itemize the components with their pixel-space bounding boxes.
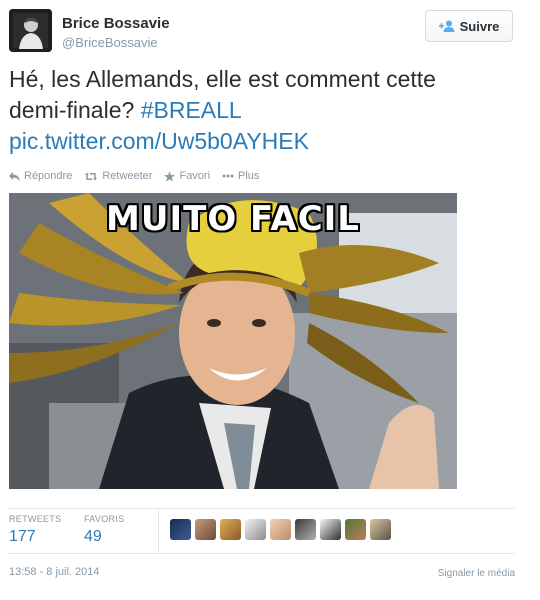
follow-label: Suivre — [459, 18, 500, 34]
author-avatar[interactable] — [9, 9, 52, 52]
meme-caption: MUITO FACIL — [106, 199, 360, 239]
retweets-stat[interactable]: RETWEETS 177 — [9, 514, 61, 546]
tweet-timestamp[interactable]: 13:58 - 8 juil. 2014 — [9, 566, 100, 578]
stats-separator — [158, 509, 159, 552]
favoriter-avatar[interactable] — [220, 519, 241, 540]
favoriter-avatar[interactable] — [245, 519, 266, 540]
retweets-count: 177 — [9, 528, 36, 545]
favoriter-avatar[interactable] — [270, 519, 291, 540]
tweet-text-line-2: demi-finale? #BREALL — [9, 95, 529, 126]
favorites-label: FAVORIS — [84, 514, 125, 524]
follow-button[interactable]: Suivre — [425, 10, 513, 42]
tweet-actions: Répondre Retweeter Favori Plus — [9, 170, 259, 182]
tweet-card: Brice Bossavie @BriceBossavie Suivre Hé,… — [0, 0, 540, 600]
author-name[interactable]: Brice Bossavie — [62, 15, 170, 32]
tweet-text-prefix: demi-finale? — [9, 97, 141, 123]
reply-action[interactable]: Répondre — [9, 170, 72, 182]
hashtag-link[interactable]: #BREALL — [141, 97, 242, 123]
favorites-count: 49 — [84, 528, 102, 545]
retweet-icon — [84, 172, 98, 181]
reply-icon — [9, 171, 20, 181]
tweet-media-image[interactable]: MUITO FACIL — [9, 193, 457, 489]
add-user-icon — [438, 20, 455, 32]
favoriter-avatar[interactable] — [295, 519, 316, 540]
retweet-action[interactable]: Retweeter — [84, 170, 152, 182]
favoriters-avatars — [170, 519, 391, 540]
stats-bottom-divider — [9, 553, 515, 554]
favoriter-avatar[interactable] — [170, 519, 191, 540]
author-handle[interactable]: @BriceBossavie — [62, 35, 158, 50]
media-link[interactable]: pic.twitter.com/Uw5b0AYHEK — [9, 126, 529, 157]
star-icon — [164, 170, 176, 182]
more-icon — [222, 174, 234, 178]
stats-top-divider — [9, 508, 515, 509]
tweet-text: Hé, les Allemands, elle est comment cett… — [9, 64, 529, 157]
more-action[interactable]: Plus — [222, 170, 259, 182]
retweets-label: RETWEETS — [9, 514, 62, 524]
favorite-label: Favori — [179, 170, 211, 182]
favorites-stat[interactable]: FAVORIS 49 — [84, 514, 124, 546]
favoriter-avatar[interactable] — [370, 519, 391, 540]
favoriter-avatar[interactable] — [320, 519, 341, 540]
favoriter-avatar[interactable] — [195, 519, 216, 540]
reply-label: Répondre — [24, 170, 73, 182]
more-label: Plus — [238, 170, 260, 182]
tweet-text-line-1: Hé, les Allemands, elle est comment cett… — [9, 66, 436, 92]
report-media-link[interactable]: Signaler le média — [438, 568, 515, 579]
favoriter-avatar[interactable] — [345, 519, 366, 540]
favorite-action[interactable]: Favori — [164, 170, 210, 182]
retweet-label: Retweeter — [102, 170, 153, 182]
